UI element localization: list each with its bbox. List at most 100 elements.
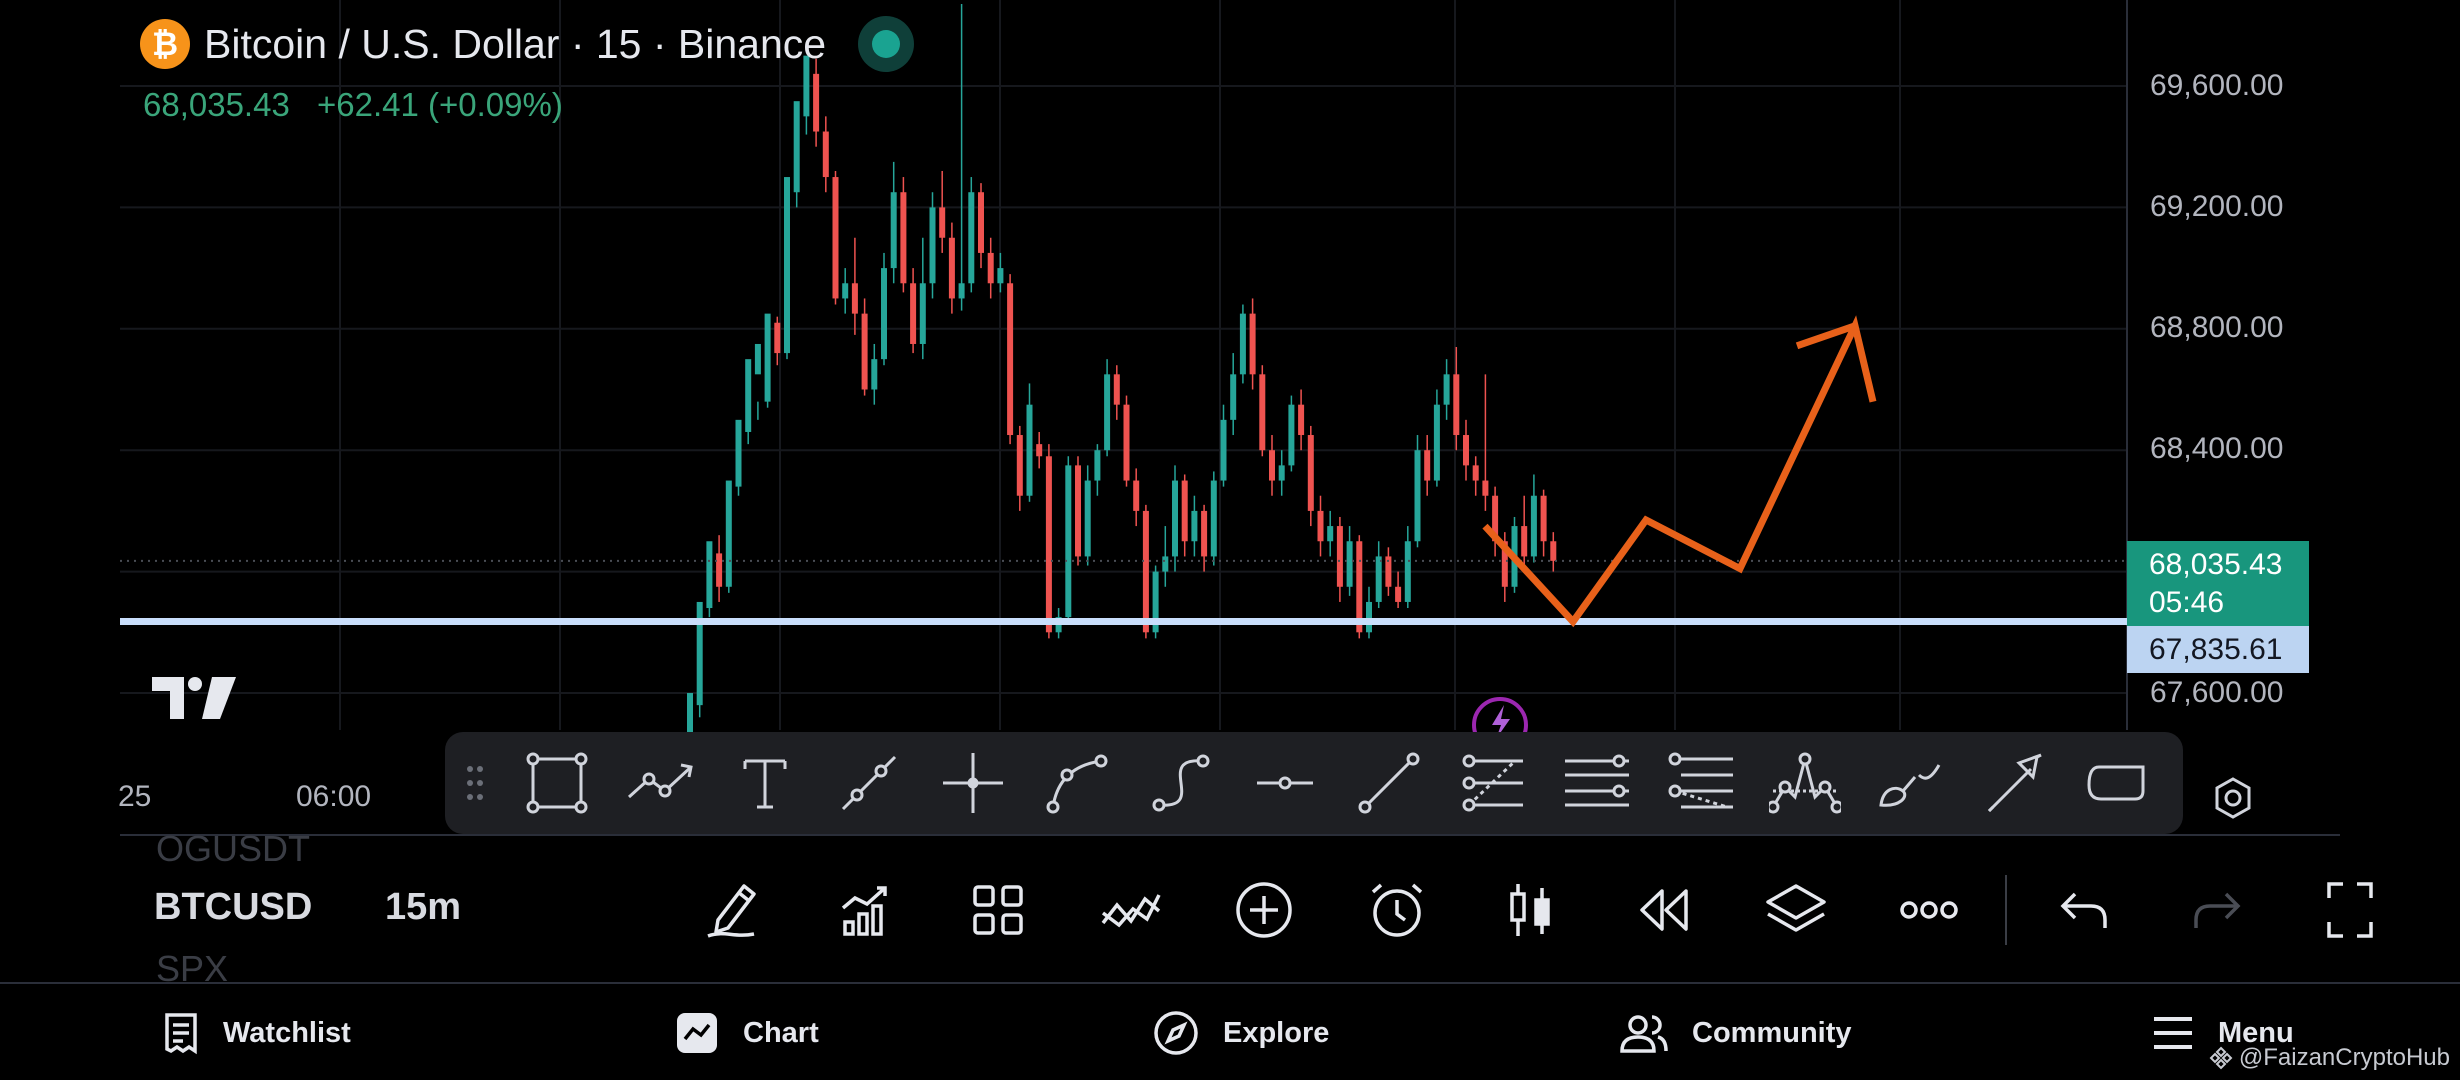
candle-body: [1482, 480, 1489, 496]
current-symbol[interactable]: BTCUSD: [154, 886, 312, 929]
nav-community[interactable]: Community: [1620, 984, 1852, 1080]
price-tick: 67,600.00: [2150, 676, 2284, 709]
bar-countdown: 05:46: [2149, 586, 2225, 619]
horizontal-ray-icon[interactable]: [1233, 732, 1337, 834]
candle-body: [764, 313, 771, 402]
candle-body: [1036, 444, 1043, 457]
rectangle-icon[interactable]: [505, 732, 609, 834]
parallel-lines-icon[interactable]: [1545, 732, 1649, 834]
price-tick: 68,800.00: [2150, 311, 2284, 344]
candle-body: [1133, 480, 1140, 511]
text-icon[interactable]: [713, 732, 817, 834]
drawing-toolbar: [445, 732, 2183, 834]
replay-icon[interactable]: [1596, 864, 1729, 956]
nav-watchlist[interactable]: Watchlist: [163, 984, 351, 1080]
arrow-icon[interactable]: [1961, 732, 2065, 834]
nav-explore[interactable]: Explore: [1153, 984, 1329, 1080]
candle-body: [1065, 465, 1072, 618]
symbol-header[interactable]: ₿ Bitcoin / U.S. Dollar · 15 · Binance: [140, 16, 915, 72]
candle-body: [861, 313, 868, 390]
last-price-label: 68,035.43: [2149, 548, 2283, 581]
candle-body: [784, 177, 790, 354]
fib-extension-icon[interactable]: [1649, 732, 1753, 834]
crosshair-icon[interactable]: [921, 732, 1025, 834]
nav-label: Explore: [1223, 1016, 1330, 1049]
symbol-list-item[interactable]: OGUSDT: [156, 828, 310, 870]
more-icon[interactable]: [1862, 864, 1995, 956]
pattern-icon[interactable]: [1753, 732, 1857, 834]
candle-body: [881, 268, 887, 360]
horizontal-line-price-label[interactable]: 67,835.61: [2127, 626, 2309, 673]
price-tick: 69,200.00: [2150, 190, 2284, 223]
candle-body: [1395, 586, 1402, 602]
candle-body: [1414, 450, 1421, 542]
candle-body: [1346, 541, 1353, 587]
candle-body: [1181, 480, 1188, 542]
alert-clock-icon[interactable]: [1330, 864, 1463, 956]
arc-icon[interactable]: [1025, 732, 1129, 834]
chart-tools: [665, 864, 2416, 956]
chart-settings-icon[interactable]: [2205, 770, 2261, 826]
time-tick: 25: [118, 780, 152, 813]
market-status-icon[interactable]: [858, 16, 915, 72]
curve-icon[interactable]: [1129, 732, 1233, 834]
shape-icon[interactable]: [2065, 732, 2169, 834]
candle-body: [1172, 480, 1178, 557]
fib-retracement-icon[interactable]: [1441, 732, 1545, 834]
toolbar-divider: [2005, 875, 2007, 945]
add-icon[interactable]: [1197, 864, 1330, 956]
candle-body: [1424, 450, 1431, 481]
candle-body: [1550, 541, 1557, 561]
candle-body: [1249, 313, 1256, 375]
flash-icon[interactable]: [1470, 695, 1530, 735]
fullscreen-icon[interactable]: [2283, 864, 2416, 956]
indicators-icon[interactable]: [798, 864, 931, 956]
candle-body: [948, 237, 955, 299]
candle-body: [696, 601, 703, 706]
candle-body: [1521, 526, 1528, 557]
candle-body: [1269, 450, 1275, 481]
compare-icon[interactable]: [1064, 864, 1197, 956]
candle-body: [997, 268, 1004, 284]
pencil-icon[interactable]: [665, 864, 798, 956]
nav-label: Watchlist: [223, 1016, 351, 1049]
candle-body: [968, 192, 975, 284]
candle-body: [958, 283, 965, 299]
symbol-title[interactable]: Bitcoin / U.S. Dollar · 15 · Binance: [204, 21, 826, 68]
layers-icon[interactable]: [1729, 864, 1862, 956]
candle-body: [754, 343, 761, 375]
path-icon[interactable]: [609, 732, 713, 834]
candle-body: [706, 541, 713, 609]
watermark: @FaizanCryptoHub: [2209, 1044, 2450, 1072]
redo-icon[interactable]: [2150, 864, 2283, 956]
watchlist-icon: [165, 1013, 197, 1055]
binance-icon: [2209, 1046, 2233, 1070]
compass-icon: [1154, 1011, 1198, 1055]
price-change: +62.41 (+0.09%): [316, 86, 563, 123]
candle-body: [1026, 404, 1033, 496]
layout-grid-icon[interactable]: [931, 864, 1064, 956]
candle-body: [1094, 450, 1101, 481]
candle-body: [1016, 435, 1023, 496]
candle-body: [1317, 510, 1324, 542]
candle-body: [1453, 374, 1460, 436]
candle-body: [1104, 374, 1111, 451]
undo-icon[interactable]: [2017, 864, 2150, 956]
line-icon[interactable]: [1337, 732, 1441, 834]
candle-type-icon[interactable]: [1463, 864, 1596, 956]
last-price: 68,035.43: [143, 86, 290, 123]
projection-path-drawing[interactable]: [1482, 315, 1877, 628]
chart-icon: [677, 1013, 717, 1053]
nav-chart[interactable]: Chart: [675, 984, 819, 1080]
brush-icon[interactable]: [1857, 732, 1961, 834]
interval-selector[interactable]: 15m: [385, 886, 461, 929]
candle-body: [1298, 404, 1305, 436]
candle-body: [1540, 495, 1547, 542]
candle-body: [929, 207, 936, 284]
candle-body: [725, 480, 732, 587]
trend-line-icon[interactable]: [817, 732, 921, 834]
candle-body: [1530, 495, 1537, 557]
candle-body: [1230, 374, 1237, 420]
candle-body: [1007, 283, 1014, 436]
drag-handle-icon[interactable]: [445, 732, 505, 834]
